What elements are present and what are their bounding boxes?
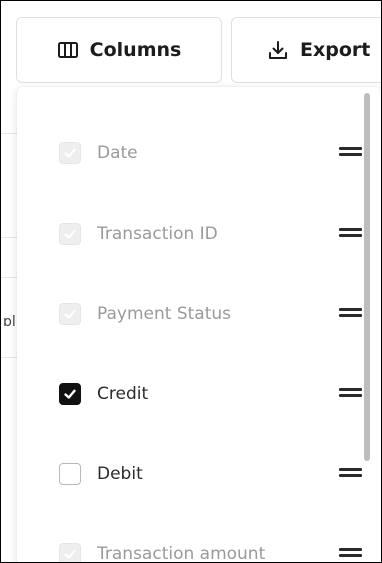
checkmark-icon (64, 389, 76, 399)
drag-handle-icon[interactable] (339, 548, 362, 558)
column-option-label: Credit (97, 384, 149, 404)
checkmark-icon (64, 148, 76, 158)
screen: ɒl Columns Export Date Transaction ID Pa… (0, 0, 382, 563)
columns-icon (57, 39, 79, 61)
checkmark-icon (64, 549, 76, 559)
checkbox[interactable] (59, 383, 81, 405)
drag-handle-icon[interactable] (339, 228, 362, 238)
columns-button[interactable]: Columns (16, 17, 222, 83)
checkbox[interactable] (59, 543, 81, 562)
export-button-label: Export (300, 39, 371, 61)
table-cell-fragment: ɒl (3, 314, 16, 330)
column-option-payment-status[interactable]: Payment Status (59, 294, 362, 334)
columns-menu: Date Transaction ID Payment Status Credi… (17, 87, 381, 563)
column-option-label: Date (97, 143, 138, 163)
column-option-label: Debit (97, 464, 143, 484)
column-option-debit[interactable]: Debit (59, 454, 362, 494)
checkbox[interactable] (59, 142, 81, 164)
drag-handle-icon[interactable] (339, 147, 362, 157)
menu-scrollbar[interactable] (364, 93, 370, 461)
drag-handle-icon[interactable] (339, 308, 362, 318)
column-option-label: Transaction ID (97, 224, 218, 244)
table-divider (1, 133, 17, 134)
drag-handle-icon[interactable] (339, 468, 362, 478)
checkmark-icon (64, 229, 76, 239)
column-option-transaction-id[interactable]: Transaction ID (59, 214, 362, 254)
column-option-label: Transaction amount (97, 544, 266, 563)
checkmark-icon (64, 309, 76, 319)
export-button[interactable]: Export (231, 17, 381, 83)
table-divider (1, 357, 17, 358)
drag-handle-icon[interactable] (339, 388, 362, 398)
table-divider (1, 277, 17, 278)
table-divider (1, 237, 17, 238)
column-option-transaction-amount[interactable]: Transaction amount (59, 534, 362, 563)
checkbox[interactable] (59, 303, 81, 325)
download-icon (267, 39, 289, 61)
column-option-credit[interactable]: Credit (59, 374, 362, 414)
columns-button-label: Columns (89, 39, 182, 61)
checkbox[interactable] (59, 463, 81, 485)
checkbox[interactable] (59, 223, 81, 245)
column-option-label: Payment Status (97, 304, 231, 324)
column-option-date[interactable]: Date (59, 133, 362, 173)
